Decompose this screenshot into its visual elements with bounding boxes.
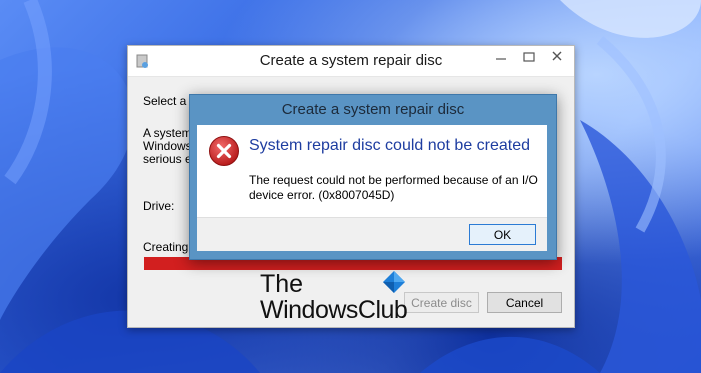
dialog-body: System repair disc could not be created … [197, 125, 547, 217]
watermark: The WindowsClub [260, 270, 410, 326]
main-instruction: System repair disc could not be created [249, 137, 531, 154]
cancel-button[interactable]: Cancel [487, 292, 562, 313]
create-disc-button[interactable]: Create disc [404, 292, 479, 313]
error-icon [209, 136, 239, 166]
error-dialog: Create a system repair disc System repai… [189, 94, 557, 260]
windows-logo-icon [383, 271, 405, 293]
close-icon[interactable] [544, 48, 570, 64]
description-line-2: Windows [143, 139, 192, 153]
creating-status-label: Creating [143, 240, 189, 254]
error-message-line-1: The request could not be performed becau… [249, 173, 538, 187]
ok-button[interactable]: OK [469, 224, 536, 245]
error-message: The request could not be performed becau… [249, 173, 541, 203]
dialog-footer: OK [197, 217, 547, 251]
watermark-line-2: WindowsClub [260, 296, 408, 324]
description-line-1: A system [143, 126, 192, 140]
description-line-3: serious e [143, 152, 192, 166]
maximize-icon[interactable] [518, 50, 540, 64]
minimize-icon[interactable] [490, 50, 512, 64]
window-titlebar: Create a system repair disc [128, 46, 574, 77]
error-message-line-2: device error. (0x8007045D) [249, 188, 395, 202]
dialog-title: Create a system repair disc [281, 101, 465, 118]
drive-label: Drive: [143, 199, 175, 213]
watermark-line-1: The [260, 270, 304, 298]
